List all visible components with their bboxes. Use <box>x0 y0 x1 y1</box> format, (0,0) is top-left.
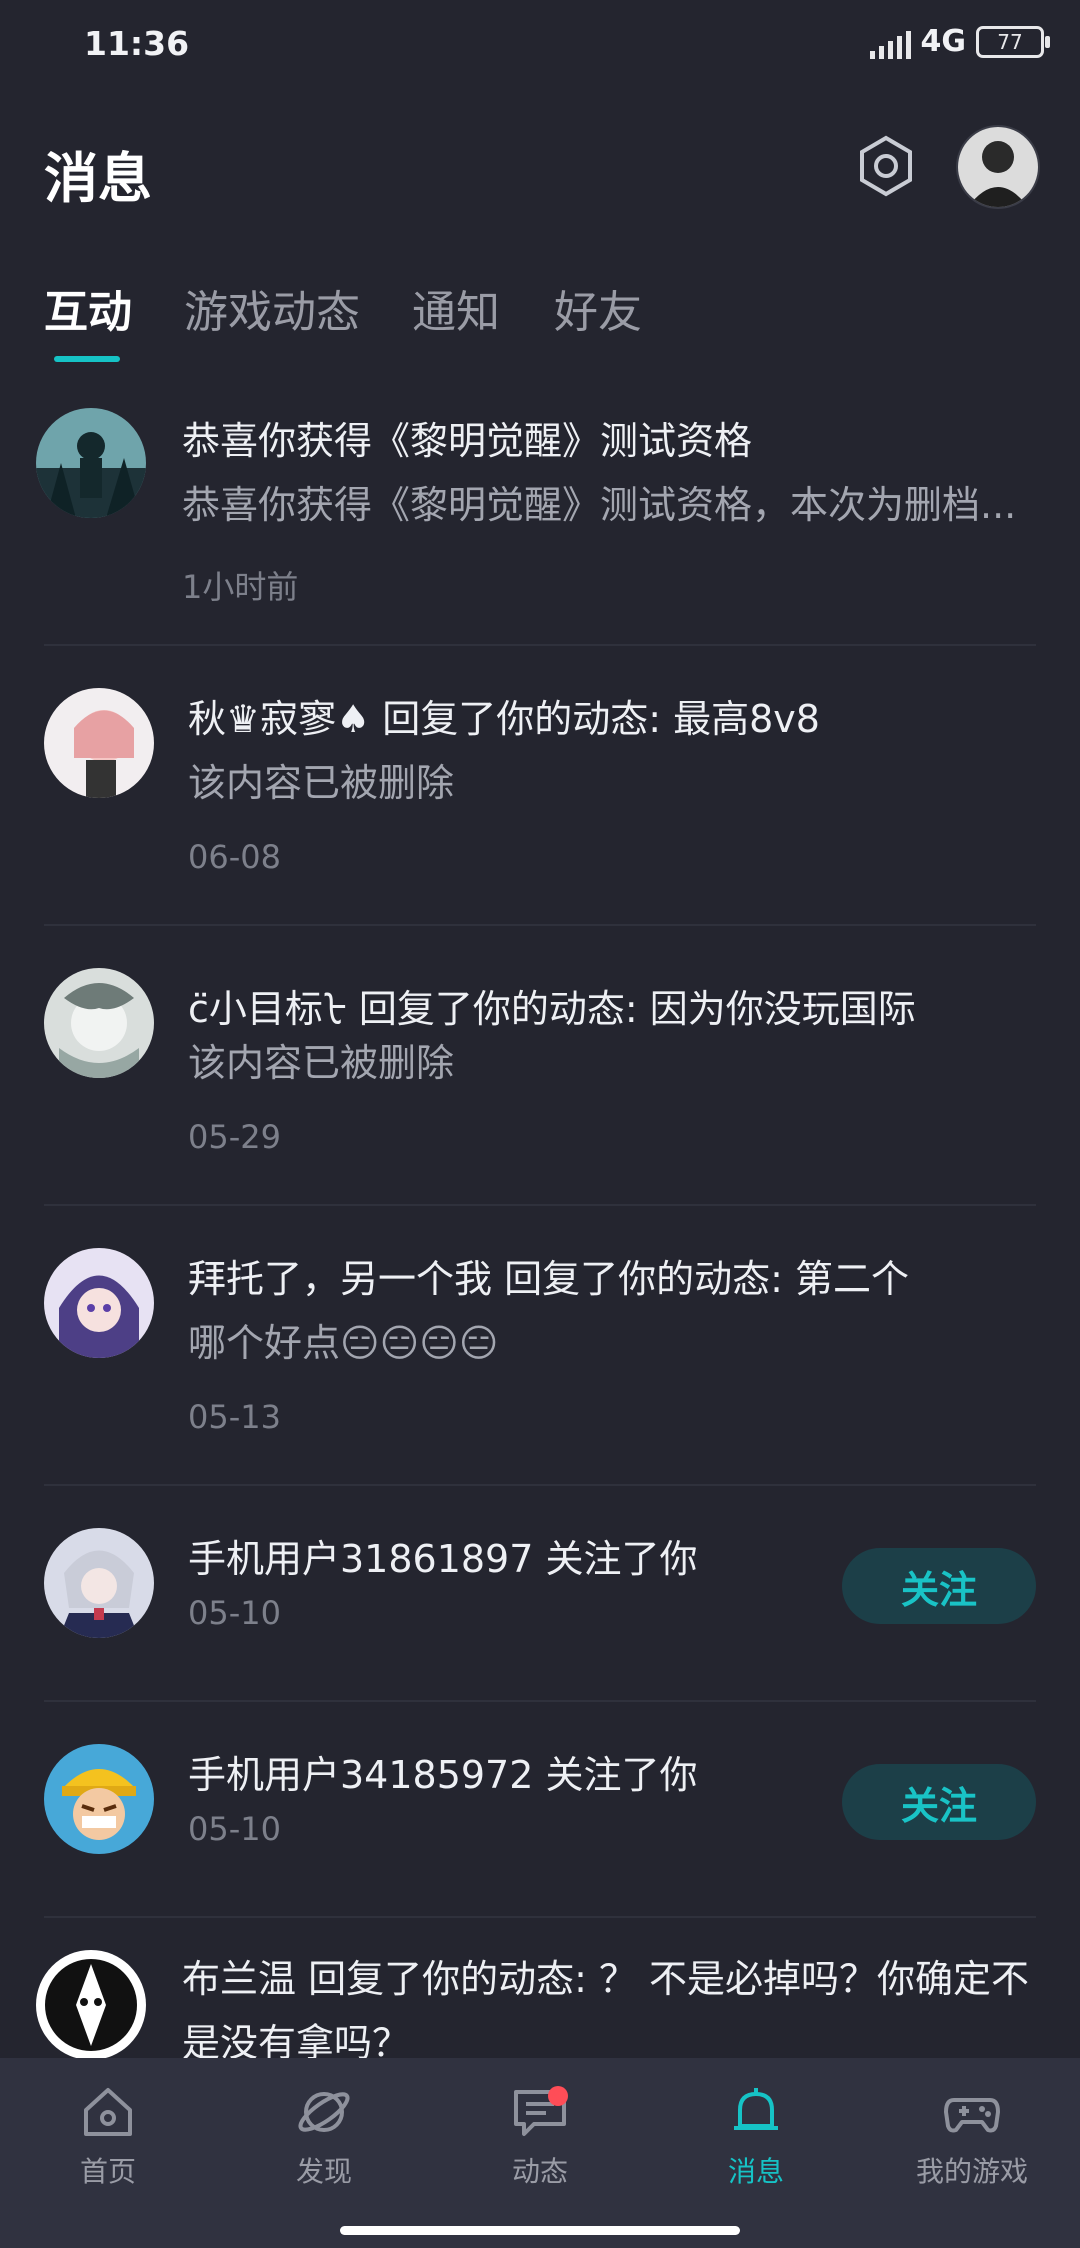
planet-icon <box>298 2092 350 2132</box>
tab-bar: 互动 游戏动态 通知 好友 <box>0 270 1080 370</box>
nav-my-games[interactable]: 我的游戏 <box>892 2082 1052 2190</box>
message-time: 1小时前 <box>182 568 299 606</box>
avatar <box>44 968 154 1078</box>
list-item[interactable]: 秋♛寂寥♠ 回复了你的动态: 最高8v8 该内容已被删除 06-08 <box>0 646 1080 924</box>
nav-label: 我的游戏 <box>915 2155 1028 2188</box>
message-time: 05-13 <box>188 1398 281 1436</box>
message-title: 手机用户31861897 关注了你 <box>188 1537 698 1581</box>
message-title-continued: 是没有拿吗？ <box>182 2021 411 2058</box>
message-body: 该内容已被删除 <box>188 761 455 805</box>
message-title: 拜托了，另一个我 回复了你的动态: 第二个 <box>188 1257 909 1301</box>
signal-icon <box>869 25 911 59</box>
message-list: 恭喜你获得《黎明觉醒》测试资格 恭喜你获得《黎明觉醒》测试资格，本次为删档...… <box>0 378 1080 2058</box>
list-item[interactable]: 手机用户31861897 关注了你 05-10 关注 <box>0 1486 1080 1700</box>
message-body: 哪个好点😑😑😑😑 <box>188 1321 499 1365</box>
hexagon-gear-icon <box>860 135 912 197</box>
settings-button[interactable] <box>850 130 922 202</box>
status-bar: 11:36 4G 77 <box>0 0 1080 90</box>
status-time: 11:36 <box>84 24 190 63</box>
notification-badge <box>548 2086 568 2106</box>
tab-notifications[interactable]: 通知 <box>412 276 500 340</box>
battery-level: 77 <box>997 29 1023 54</box>
avatar <box>44 688 154 798</box>
message-time: 06-08 <box>188 838 281 876</box>
app-root: 11:36 4G 77 消息 互动 游戏动态 通知 好友 恭喜你获得《黎明觉醒》… <box>0 0 1080 2248</box>
tab-indicator <box>54 356 120 362</box>
nav-label: 首页 <box>79 2155 136 2188</box>
avatar <box>36 408 146 518</box>
header: 消息 <box>0 110 1080 230</box>
tab-interactions[interactable]: 互动 <box>44 276 132 340</box>
message-title: c̈小目标ᡶ 回复了你的动态: 因为你没玩国际 <box>188 987 916 1031</box>
bottom-nav: 首页 发现 动态 消息 我的游戏 <box>0 2058 1080 2248</box>
nav-discover[interactable]: 发现 <box>244 2082 404 2190</box>
list-item[interactable]: c̈小目标ᡶ 回复了你的动态: 因为你没玩国际 该内容已被删除 05-29 <box>0 926 1080 1204</box>
home-indicator[interactable] <box>340 2226 740 2235</box>
nav-label: 消息 <box>727 2155 784 2188</box>
nav-label: 动态 <box>511 2155 568 2188</box>
follow-button[interactable]: 关注 <box>842 1764 1036 1840</box>
message-body: 该内容已被删除 <box>188 1041 455 1085</box>
user-avatar[interactable] <box>956 125 1040 209</box>
list-item[interactable]: 手机用户34185972 关注了你 05-10 关注 <box>0 1702 1080 1916</box>
tab-game-news[interactable]: 游戏动态 <box>184 276 360 340</box>
page-title: 消息 <box>44 147 152 210</box>
message-title: 秋♛寂寥♠ 回复了你的动态: 最高8v8 <box>188 697 820 741</box>
nav-messages[interactable]: 消息 <box>676 2082 836 2190</box>
avatar <box>36 1950 146 2058</box>
avatar <box>44 1744 154 1854</box>
follow-button[interactable]: 关注 <box>842 1548 1036 1624</box>
home-icon <box>84 2088 132 2136</box>
list-item[interactable]: 布兰温 回复了你的动态: ？ 不是必掉吗？你确定不 是没有拿吗？ <box>0 1918 1080 2058</box>
message-time: 05-10 <box>188 1810 281 1848</box>
message-time: 05-29 <box>188 1118 281 1156</box>
nav-label: 发现 <box>295 2155 352 2188</box>
message-body: 恭喜你获得《黎明觉醒》测试资格，本次为删档... <box>182 483 1017 527</box>
message-time: 05-10 <box>188 1594 281 1632</box>
nav-home[interactable]: 首页 <box>28 2082 188 2190</box>
tab-friends[interactable]: 好友 <box>554 276 642 340</box>
list-item[interactable]: 恭喜你获得《黎明觉醒》测试资格 恭喜你获得《黎明觉醒》测试资格，本次为删档...… <box>0 378 1080 644</box>
message-title: 手机用户34185972 关注了你 <box>188 1753 698 1797</box>
network-type: 4G <box>920 24 967 59</box>
battery-icon: 77 <box>976 25 1050 58</box>
bell-icon <box>734 2088 778 2130</box>
message-title: 恭喜你获得《黎明觉醒》测试资格 <box>182 419 753 463</box>
gamepad-icon <box>944 2098 1000 2133</box>
list-item[interactable]: 拜托了，另一个我 回复了你的动态: 第二个 哪个好点😑😑😑😑 05-13 <box>0 1206 1080 1484</box>
status-icons: 4G 77 <box>869 24 1050 59</box>
avatar <box>44 1248 154 1358</box>
nav-feed[interactable]: 动态 <box>460 2082 620 2190</box>
avatar <box>44 1528 154 1638</box>
message-title: 布兰温 回复了你的动态: ？ 不是必掉吗？你确定不 <box>182 1957 1030 2001</box>
